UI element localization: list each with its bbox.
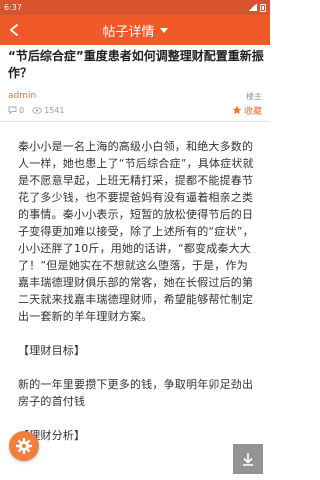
caret-down-icon	[159, 27, 168, 33]
collect-button[interactable]: 收藏	[232, 104, 262, 117]
status-bar: 6:37	[0, 0, 270, 15]
download-button[interactable]	[233, 444, 263, 474]
collect-label: 收藏	[243, 106, 262, 117]
status-time: 6:37	[4, 3, 22, 12]
page-title: 帖子详情	[102, 24, 155, 40]
download-icon	[243, 453, 253, 466]
system-icons	[248, 3, 266, 12]
arrow-left-icon	[10, 24, 18, 36]
gear-icon	[16, 438, 32, 454]
header-divider	[0, 121, 270, 122]
section-heading-analysis: 【理财分析】	[18, 429, 86, 442]
settings-fab[interactable]	[9, 431, 39, 461]
battery-icon	[260, 3, 266, 12]
star-icon	[232, 105, 242, 115]
author-name[interactable]: admin	[8, 91, 246, 101]
back-button[interactable]	[0, 15, 28, 45]
post-stats: 0 1541 收藏	[8, 104, 262, 117]
comment-count: 0	[8, 106, 24, 115]
comment-icon	[8, 106, 17, 114]
view-count-value: 1541	[44, 105, 65, 115]
post-body: 秦小小是一名上海的高级小白领，和绝大多数的人一样，她也患上了“节后综合症”，具体…	[18, 138, 258, 461]
comment-count-value: 0	[19, 105, 25, 115]
section-heading-goal: 【理财目标】	[18, 344, 86, 357]
view-count: 1541	[32, 106, 64, 115]
body-paragraph: 新的一年里要攒下更多的钱，争取明年卯足劲出房子的首付钱	[18, 378, 254, 408]
page-title-dropdown[interactable]: 帖子详情	[28, 21, 270, 40]
post-meta: admin 楼主	[8, 90, 262, 102]
signal-icon	[248, 4, 257, 11]
top-nav-bar: 帖子详情	[0, 15, 270, 45]
post-title: “节后综合症”重度患者如何调整理财配置重新振作？	[8, 49, 264, 80]
body-paragraph: 秦小小是一名上海的高级小白领，和绝大多数的人一样，她也患上了“节后综合症”，具体…	[18, 140, 254, 323]
eye-icon	[32, 106, 42, 114]
floor-label: 楼主	[246, 91, 262, 101]
